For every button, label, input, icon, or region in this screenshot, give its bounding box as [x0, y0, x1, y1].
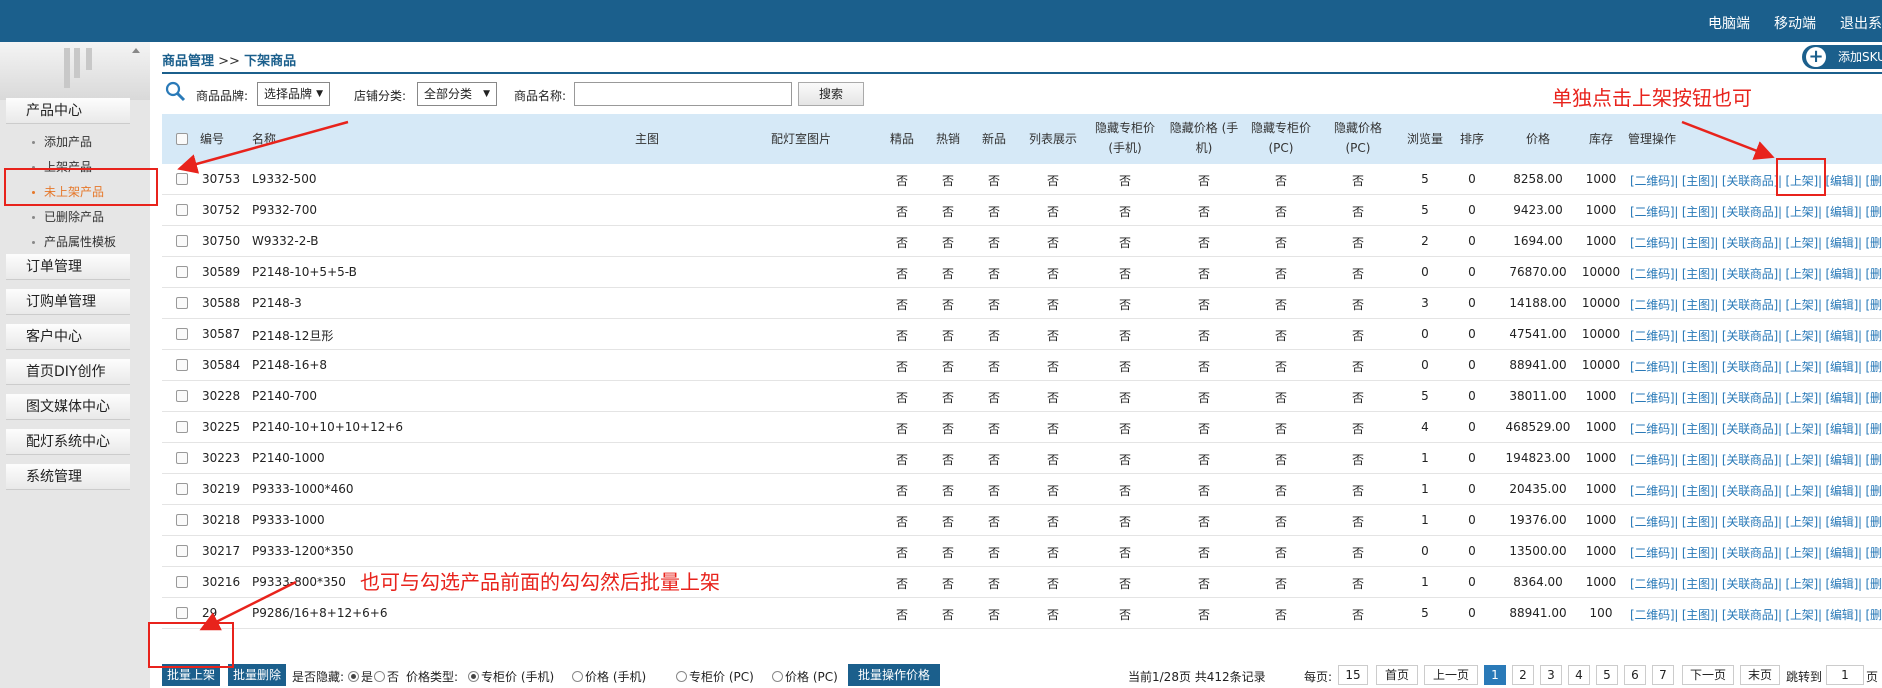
annotation-arrows: [177, 120, 1775, 631]
